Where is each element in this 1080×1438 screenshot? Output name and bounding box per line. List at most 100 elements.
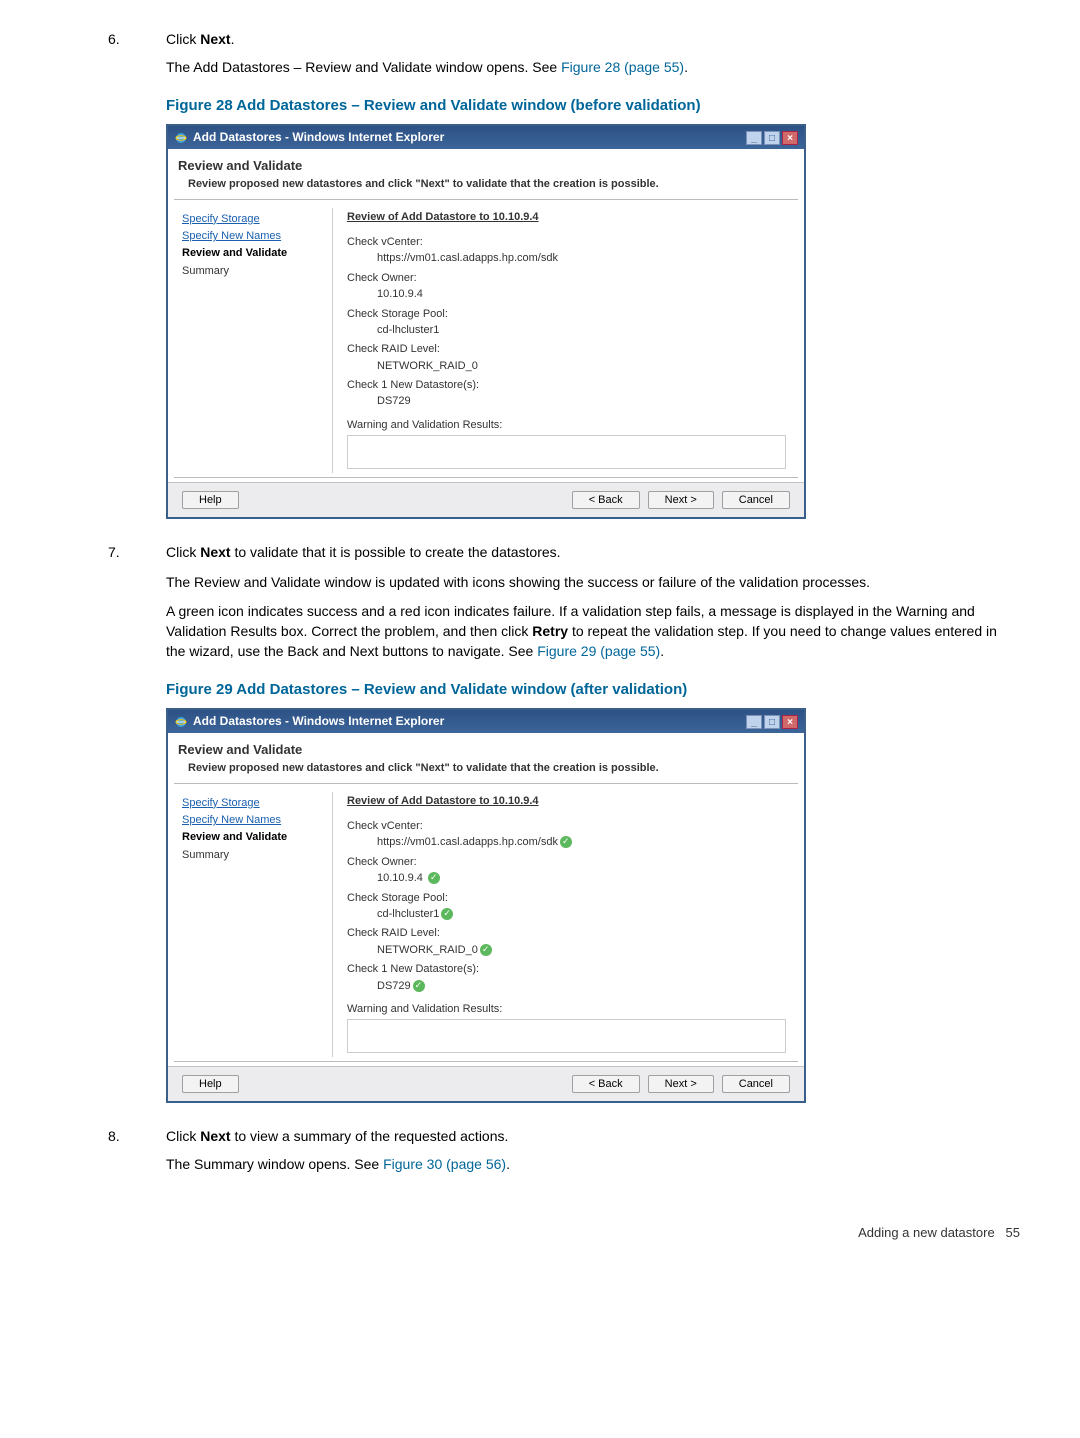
text: Click [166,1128,200,1144]
check-new-datastore-value-ok: DS729 [347,979,786,994]
text: . [684,59,688,75]
minimize-button[interactable]: _ [746,715,762,729]
check-new-datastore-label: Check 1 New Datastore(s): [347,962,786,977]
figure-29-caption: Figure 29 Add Datastores – Review and Va… [166,679,1020,700]
step-8-number: 8. [108,1127,120,1147]
warning-results-box [347,1019,786,1053]
check-ok-icon [560,836,572,848]
text: to view a summary of the requested actio… [231,1128,509,1144]
nav-summary: Summary [182,848,324,863]
step-7-instruction: Click Next to validate that it is possib… [166,543,1020,563]
review-validate-sub: Review proposed new datastores and click… [168,761,804,782]
dialog-after-validation: Add Datastores - Windows Internet Explor… [166,708,806,1103]
check-ok-icon [480,944,492,956]
help-button[interactable]: Help [182,1075,239,1093]
text: NETWORK_RAID_0 [377,944,478,956]
text: . [231,31,235,47]
text: The Add Datastores – Review and Validate… [166,59,561,75]
page-footer: Adding a new datastore 55 [140,1224,1020,1242]
check-raid-level-label: Check RAID Level: [347,342,786,357]
window-title: Add Datastores - Windows Internet Explor… [193,129,444,146]
review-validate-sub: Review proposed new datastores and click… [168,177,804,198]
check-storage-pool-value: cd-lhcluster1 [347,323,786,338]
review-validate-header: Review and Validate [168,733,804,761]
back-button[interactable]: < Back [572,491,640,509]
maximize-button[interactable]: □ [764,715,780,729]
nav-summary: Summary [182,264,324,279]
next-keyword: Next [200,544,230,560]
next-button[interactable]: Next > [648,491,714,509]
maximize-button[interactable]: □ [764,131,780,145]
text: Click [166,31,200,47]
check-raid-level-value: NETWORK_RAID_0 [347,359,786,374]
nav-review-validate: Review and Validate [182,830,324,845]
step-8-result: The Summary window opens. See Figure 30 … [166,1155,1020,1175]
warning-results-label: Warning and Validation Results: [347,1002,786,1017]
text: The Summary window opens. See [166,1156,383,1172]
cancel-button[interactable]: Cancel [722,1075,790,1093]
footer-section-title: Adding a new datastore [858,1225,995,1240]
step-7-number: 7. [108,543,120,563]
step-6-number: 6. [108,30,120,50]
figure-30-link[interactable]: Figure 30 (page 56) [383,1156,506,1172]
text: https://vm01.casl.adapps.hp.com/sdk [377,836,558,848]
check-owner-label: Check Owner: [347,271,786,286]
wizard-nav: Specify Storage Specify New Names Review… [178,208,333,474]
text: . [506,1156,510,1172]
next-button[interactable]: Next > [648,1075,714,1093]
window-title: Add Datastores - Windows Internet Explor… [193,713,444,730]
close-button[interactable]: × [782,715,798,729]
text: 10.10.9.4 [377,872,423,884]
retry-keyword: Retry [532,623,568,639]
check-storage-pool-label: Check Storage Pool: [347,307,786,322]
check-ok-icon [428,872,440,884]
next-keyword: Next [200,31,230,47]
close-button[interactable]: × [782,131,798,145]
text: to validate that it is possible to creat… [231,544,561,560]
nav-specify-storage[interactable]: Specify Storage [182,212,324,227]
figure-28-link[interactable]: Figure 28 (page 55) [561,59,684,75]
window-titlebar: Add Datastores - Windows Internet Explor… [168,708,804,733]
help-button[interactable]: Help [182,491,239,509]
next-keyword: Next [200,1128,230,1144]
text: DS729 [377,980,411,992]
check-vcenter-label: Check vCenter: [347,235,786,250]
text: cd-lhcluster1 [377,908,439,920]
text: . [660,643,664,659]
wizard-nav: Specify Storage Specify New Names Review… [178,792,333,1058]
check-vcenter-label: Check vCenter: [347,819,786,834]
check-owner-value-ok: 10.10.9.4 [347,871,786,886]
check-owner-value: 10.10.9.4 [347,287,786,302]
back-button[interactable]: < Back [572,1075,640,1093]
check-new-datastore-value: DS729 [347,394,786,409]
dialog-before-validation: Add Datastores - Windows Internet Explor… [166,124,806,519]
cancel-button[interactable]: Cancel [722,491,790,509]
nav-review-validate: Review and Validate [182,246,324,261]
window-titlebar: Add Datastores - Windows Internet Explor… [168,124,804,149]
minimize-button[interactable]: _ [746,131,762,145]
step-7-result: The Review and Validate window is update… [166,573,1020,593]
check-raid-level-value-ok: NETWORK_RAID_0 [347,943,786,958]
warning-results-label: Warning and Validation Results: [347,418,786,433]
step-7-detail: A green icon indicates success and a red… [166,602,1020,661]
nav-specify-storage[interactable]: Specify Storage [182,796,324,811]
check-new-datastore-label: Check 1 New Datastore(s): [347,378,786,393]
footer-page-number: 55 [1006,1225,1020,1240]
figure-28-caption: Figure 28 Add Datastores – Review and Va… [166,95,1020,116]
step-8-instruction: Click Next to view a summary of the requ… [166,1127,1020,1147]
step-6-result: The Add Datastores – Review and Validate… [166,58,1020,78]
check-ok-icon [441,908,453,920]
review-heading: Review of Add Datastore to 10.10.9.4 [347,210,786,225]
step-6-instruction: Click Next. [166,30,1020,50]
warning-results-box [347,435,786,469]
check-storage-pool-value-ok: cd-lhcluster1 [347,907,786,922]
check-ok-icon [413,980,425,992]
nav-specify-new-names[interactable]: Specify New Names [182,813,324,828]
check-vcenter-value-ok: https://vm01.casl.adapps.hp.com/sdk [347,835,786,850]
figure-29-link[interactable]: Figure 29 (page 55) [537,643,660,659]
check-owner-label: Check Owner: [347,855,786,870]
check-raid-level-label: Check RAID Level: [347,926,786,941]
review-validate-header: Review and Validate [168,149,804,177]
nav-specify-new-names[interactable]: Specify New Names [182,229,324,244]
check-storage-pool-label: Check Storage Pool: [347,891,786,906]
